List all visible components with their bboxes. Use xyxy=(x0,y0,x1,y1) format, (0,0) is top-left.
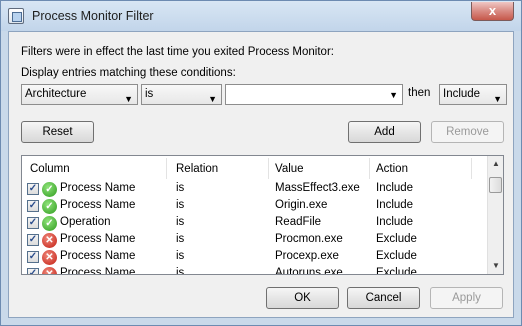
dialog-window: Process Monitor Filter x Filters were in… xyxy=(0,0,522,326)
row-action: Include xyxy=(376,216,414,228)
then-label: then xyxy=(408,87,431,99)
relation-select[interactable]: is ▼ xyxy=(141,84,222,105)
row-column: Process Name xyxy=(60,199,136,211)
row-checkbox[interactable]: ✓ xyxy=(27,200,39,212)
row-value: MassEffect3.exe xyxy=(275,182,360,194)
remove-button[interactable]: Remove xyxy=(431,121,504,143)
value-header[interactable]: Value xyxy=(275,163,304,175)
row-relation: is xyxy=(176,233,185,245)
action-select[interactable]: Include ▼ xyxy=(439,84,507,105)
row-relation: is xyxy=(176,267,185,275)
exclude-icon: ✕ xyxy=(42,250,57,265)
row-column: Process Name xyxy=(60,250,136,262)
row-relation: is xyxy=(176,199,185,211)
relation-header[interactable]: Relation xyxy=(176,163,218,175)
column-divider[interactable] xyxy=(268,158,269,179)
row-checkbox[interactable]: ✓ xyxy=(27,268,39,274)
chevron-down-icon: ▼ xyxy=(493,94,502,104)
action-select-value: Include xyxy=(443,88,481,100)
cancel-button[interactable]: Cancel xyxy=(347,287,420,309)
table-row[interactable]: ✓ ✓ Process Name is MassEffect3.exe Include xyxy=(22,181,488,198)
chevron-down-icon: ▼ xyxy=(124,94,133,104)
dialog-client-area: Filters were in effect the last time you… xyxy=(8,31,514,318)
row-checkbox[interactable]: ✓ xyxy=(27,183,39,195)
exclude-icon: ✕ xyxy=(42,233,57,248)
relation-select-value: is xyxy=(145,88,154,100)
row-column: Operation xyxy=(60,216,111,228)
include-icon: ✓ xyxy=(42,216,57,231)
column-select[interactable]: Architecture ▼ xyxy=(21,84,138,105)
include-icon: ✓ xyxy=(42,182,57,197)
row-action: Exclude xyxy=(376,267,417,275)
display-label: Display entries matching these condition… xyxy=(21,67,236,79)
table-row[interactable]: ✓ ✕ Process Name is Procexp.exe Exclude xyxy=(22,249,488,266)
add-button[interactable]: Add xyxy=(348,121,421,143)
row-action: Include xyxy=(376,182,414,194)
row-relation: is xyxy=(176,182,185,194)
table-row[interactable]: ✓ ✕ Process Name is Procmon.exe Exclude xyxy=(22,232,488,249)
row-value: ReadFile xyxy=(275,216,322,228)
table-row[interactable]: ✓ ✕ Process Name is Autoruns.exe Exclude xyxy=(22,266,488,275)
app-icon xyxy=(8,8,24,24)
row-checkbox[interactable]: ✓ xyxy=(27,217,39,229)
row-relation: is xyxy=(176,250,185,262)
reset-button[interactable]: Reset xyxy=(21,121,94,143)
value-combo[interactable]: ▼ xyxy=(225,84,403,105)
window-title: Process Monitor Filter xyxy=(32,9,154,23)
column-select-value: Architecture xyxy=(25,88,87,100)
column-header[interactable]: Column xyxy=(30,163,70,175)
include-icon: ✓ xyxy=(42,199,57,214)
filter-list[interactable]: Column Relation Value Action ✓ ✓ Process N… xyxy=(21,155,504,275)
row-column: Process Name xyxy=(60,182,136,194)
intro-text: Filters were in effect the last time you… xyxy=(21,46,334,58)
ok-button[interactable]: OK xyxy=(266,287,339,309)
row-checkbox[interactable]: ✓ xyxy=(27,234,39,246)
row-column: Process Name xyxy=(60,233,136,245)
row-checkbox[interactable]: ✓ xyxy=(27,251,39,263)
chevron-down-icon: ▼ xyxy=(389,90,398,100)
row-value: Autoruns.exe xyxy=(275,267,343,275)
row-action: Exclude xyxy=(376,250,417,262)
row-value: Procexp.exe xyxy=(275,250,339,262)
row-relation: is xyxy=(176,216,185,228)
title-bar[interactable]: Process Monitor Filter x xyxy=(1,1,521,31)
scrollbar-thumb[interactable] xyxy=(489,177,502,193)
column-divider[interactable] xyxy=(369,158,370,179)
row-value: Origin.exe xyxy=(275,199,328,211)
chevron-down-icon: ▼ xyxy=(208,94,217,104)
column-divider[interactable] xyxy=(166,158,167,179)
table-row[interactable]: ✓ ✓ Process Name is Origin.exe Include xyxy=(22,198,488,215)
list-header: Column Relation Value Action xyxy=(22,156,488,181)
row-action: Include xyxy=(376,199,414,211)
scroll-up-arrow-icon[interactable]: ▲ xyxy=(488,156,503,172)
apply-button[interactable]: Apply xyxy=(430,287,503,309)
row-value: Procmon.exe xyxy=(275,233,343,245)
action-header[interactable]: Action xyxy=(376,163,408,175)
table-row[interactable]: ✓ ✓ Operation is ReadFile Include xyxy=(22,215,488,232)
close-button[interactable]: x xyxy=(471,2,514,21)
exclude-icon: ✕ xyxy=(42,267,57,274)
vertical-scrollbar[interactable]: ▲ ▼ xyxy=(487,156,503,274)
scroll-down-arrow-icon[interactable]: ▼ xyxy=(488,258,503,274)
row-action: Exclude xyxy=(376,233,417,245)
row-column: Process Name xyxy=(60,267,136,275)
column-divider[interactable] xyxy=(471,158,472,179)
